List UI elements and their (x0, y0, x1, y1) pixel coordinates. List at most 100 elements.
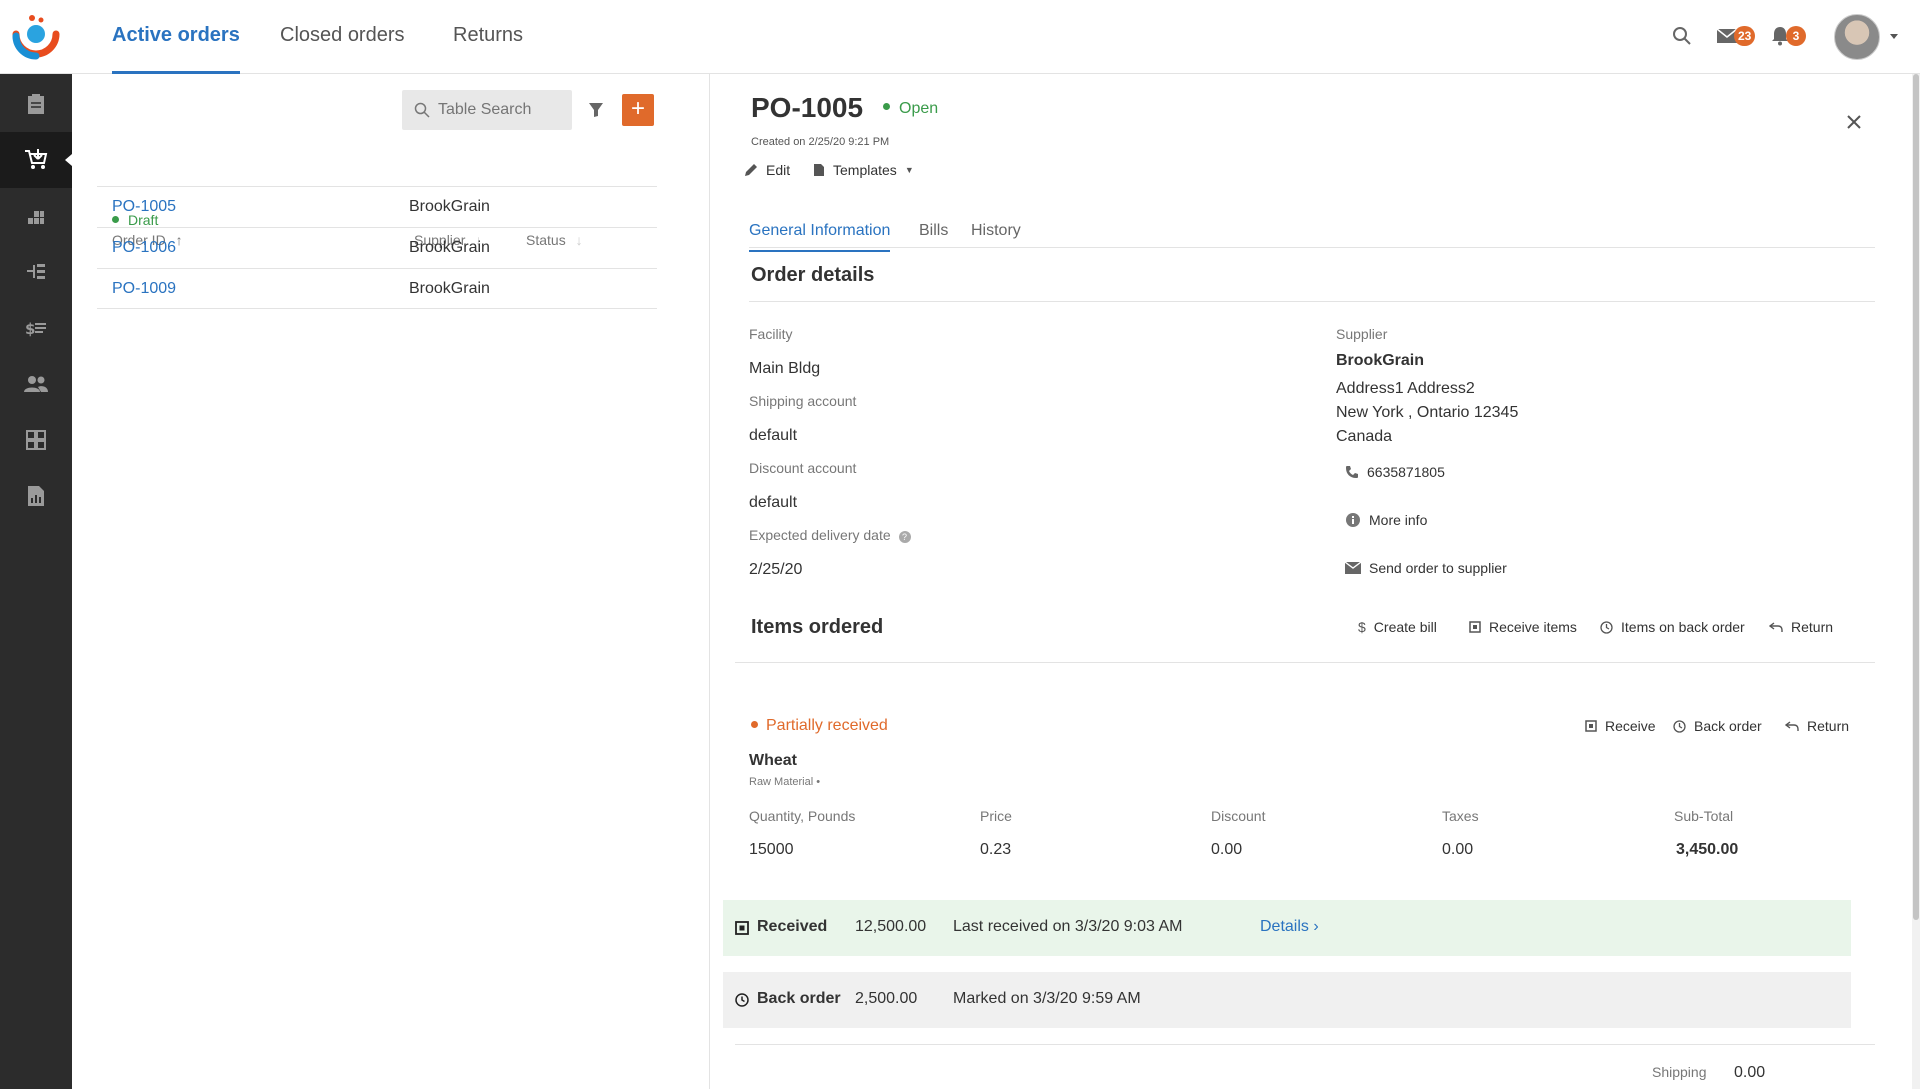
table-row[interactable]: PO-1006 BrookGrain (97, 227, 657, 268)
templates-button[interactable]: Templates ▼ (813, 162, 914, 178)
status-badge: Open (883, 100, 938, 118)
receive-icon (1585, 720, 1597, 732)
more-info-link[interactable]: More info (1345, 512, 1427, 528)
search-icon (414, 102, 430, 118)
help-icon[interactable]: ? (898, 531, 911, 543)
items-back-order-button[interactable]: Items on back order (1600, 619, 1745, 635)
dashboard-icon (26, 430, 46, 450)
return-button[interactable]: Return (1769, 619, 1833, 635)
process-icon (27, 264, 45, 279)
supplier-label: Supplier (1336, 326, 1388, 342)
supplier-phone: 6635871805 (1345, 464, 1445, 480)
report-icon (28, 486, 44, 506)
edit-button[interactable]: Edit (744, 162, 790, 178)
scrollbar-thumb[interactable] (1913, 74, 1919, 920)
chevron-down-icon: ▼ (904, 165, 914, 175)
sidebar-item-pricing[interactable]: $ (0, 300, 72, 356)
close-icon[interactable] (1842, 110, 1866, 134)
add-order-button[interactable]: + (622, 94, 654, 126)
price-label: Price (980, 808, 1012, 824)
create-bill-button[interactable]: $ Create bill (1358, 619, 1437, 635)
item-status: Partially received (751, 717, 888, 735)
scrollbar[interactable] (1912, 74, 1920, 1089)
order-id-link[interactable]: PO-1009 (112, 280, 176, 298)
search-icon[interactable] (1672, 26, 1692, 46)
supplier-address-line2: New York , Ontario 12345 (1336, 404, 1519, 421)
items-back-order-label: Items on back order (1621, 619, 1745, 635)
shipping-value: 0.00 (1734, 1064, 1766, 1081)
tab-returns[interactable]: Returns (453, 24, 523, 74)
clock-icon (1673, 719, 1686, 733)
shipping-label: Shipping (1652, 1064, 1707, 1080)
mail-icon (1345, 562, 1361, 574)
return-label: Return (1791, 619, 1834, 635)
delivery-date-value: 2/25/20 (749, 561, 803, 578)
sidebar-item-reports[interactable] (0, 468, 72, 524)
divider (749, 301, 1875, 302)
phone-icon (1346, 466, 1358, 478)
receive-items-button[interactable]: Receive items (1469, 619, 1577, 635)
order-id-link[interactable]: PO-1006 (112, 239, 176, 257)
item-category: Raw Material • (749, 776, 821, 788)
table-row[interactable]: PO-1005 BrookGrain (97, 186, 657, 227)
sidebar-item-inventory[interactable] (0, 188, 72, 244)
order-detail-panel: PO-1005 Open Created on 2/25/20 9:21 PM … (711, 74, 1920, 1089)
back-order-label: Back order (757, 990, 841, 1007)
tab-active-orders[interactable]: Active orders (112, 24, 240, 74)
facility-value: Main Bldg (749, 360, 821, 377)
undo-icon (1769, 622, 1783, 632)
app-logo[interactable] (10, 14, 62, 62)
send-order-button[interactable]: Send order to supplier (1345, 560, 1507, 576)
sidebar: $ (0, 74, 72, 1089)
clock-icon (1600, 620, 1613, 634)
sidebar-item-purchasing[interactable] (0, 132, 72, 188)
divider (735, 662, 1875, 663)
sidebar-item-orders-list[interactable] (0, 76, 72, 132)
user-avatar[interactable] (1834, 14, 1880, 60)
discount-account-label: Discount account (749, 460, 857, 476)
supplier-name: BrookGrain (1336, 352, 1425, 369)
delivery-date-label: Expected delivery date ? (749, 527, 911, 543)
subtotal-value: 3,450.00 (1676, 841, 1739, 858)
sidebar-item-production[interactable] (0, 244, 72, 300)
details-link[interactable]: Details › (1260, 918, 1319, 936)
item-return-button[interactable]: Return (1785, 718, 1849, 734)
send-order-label: Send order to supplier (1369, 560, 1507, 576)
tab-closed-orders[interactable]: Closed orders (280, 24, 405, 74)
undo-icon (1785, 721, 1799, 731)
subtotal-label: Sub-Total (1674, 808, 1734, 824)
item-receive-button[interactable]: Receive (1585, 718, 1656, 734)
sidebar-item-dashboard[interactable] (0, 412, 72, 468)
facility-label: Facility (749, 326, 793, 342)
phone-number: 6635871805 (1367, 464, 1445, 480)
search-input[interactable] (438, 90, 568, 130)
received-qty: 12,500.00 (855, 918, 927, 935)
receive-icon (735, 921, 749, 935)
item-back-order-button[interactable]: Back order (1673, 718, 1762, 734)
notifications-badge: 3 (1786, 26, 1806, 46)
chevron-down-icon[interactable] (1890, 34, 1898, 39)
table-search[interactable] (402, 90, 572, 130)
table-row[interactable]: PO-1009 BrookGrain (97, 268, 657, 309)
supplier-cell: BrookGrain (409, 280, 490, 297)
taxes-value: 0.00 (1442, 841, 1474, 858)
inventory-icon (28, 211, 44, 224)
create-bill-label: Create bill (1373, 619, 1437, 635)
clock-icon (735, 993, 749, 1007)
price-list-icon: $ (25, 320, 46, 338)
received-summary: Received 12,500.00 Last received on 3/3/… (723, 900, 1851, 956)
price-value: 0.23 (980, 841, 1012, 858)
receive-items-label: Receive items (1489, 619, 1577, 635)
people-icon (24, 376, 48, 392)
filter-icon[interactable] (588, 102, 604, 118)
sidebar-item-contacts[interactable] (0, 356, 72, 412)
item-receive-label: Receive (1605, 718, 1656, 734)
clipboard-icon (28, 94, 44, 114)
supplier-cell: BrookGrain (409, 198, 490, 215)
orders-list-panel: + Draft Order ID ↑ Supplier ↓ Status ↓ P… (72, 74, 710, 1089)
discount-label: Discount (1211, 808, 1266, 824)
dollar-icon: $ (1358, 619, 1366, 635)
discount-value: 0.00 (1211, 841, 1243, 858)
order-id-link[interactable]: PO-1005 (112, 198, 176, 216)
document-icon (814, 164, 824, 176)
